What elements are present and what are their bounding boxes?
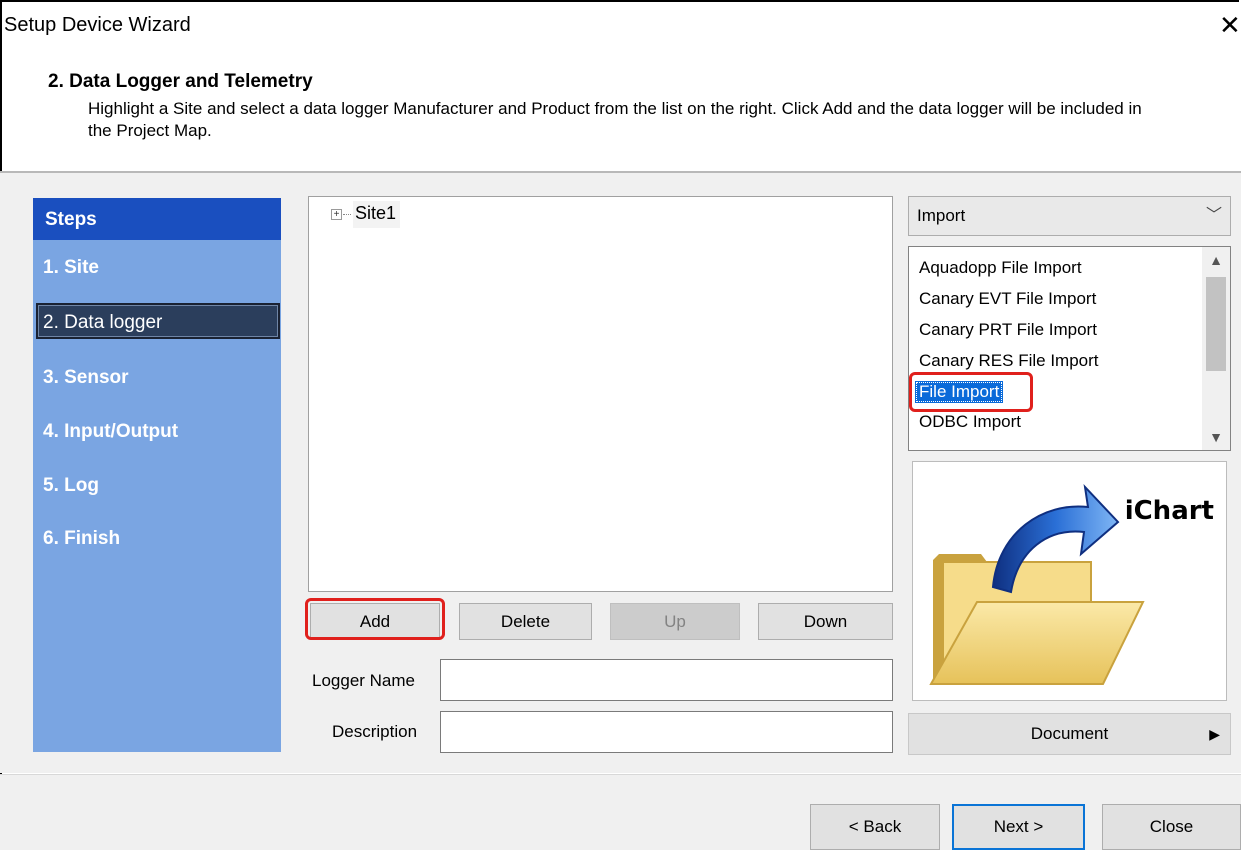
project-tree[interactable]: + Site1 [308,196,893,592]
list-item[interactable]: Canary EVT File Import [919,288,1096,310]
step-finish[interactable]: 6. Finish [41,521,277,557]
logger-name-label: Logger Name [312,671,416,690]
steps-sidebar: Steps 1. Site 2. Data logger 3. Sensor 4… [33,198,281,752]
tree-expand-icon[interactable]: + [331,209,342,220]
up-button[interactable]: Up [610,603,740,640]
logger-name-input[interactable] [440,659,893,701]
description-label: Description [332,722,418,741]
steps-heading: Steps [33,198,281,240]
delete-button[interactable]: Delete [459,603,592,640]
tree-connector [343,214,351,215]
page-description: Highlight a Site and select a data logge… [88,99,1142,140]
list-item-selected[interactable]: File Import [915,381,1004,403]
next-button[interactable]: Next > [952,804,1085,850]
step-log[interactable]: 5. Log [41,468,277,504]
window-title: Setup Device Wizard [4,14,191,36]
scroll-up-icon[interactable]: ▲ [1202,247,1230,273]
ichart-label: iChart [1124,496,1214,526]
description-input[interactable] [440,711,893,753]
chevron-down-icon: ﹀ [1205,207,1222,224]
product-preview: iChart [912,461,1227,701]
product-list[interactable]: Aquadopp File Import Canary EVT File Imp… [908,246,1231,451]
step-sensor[interactable]: 3. Sensor [41,360,277,396]
list-item[interactable]: Canary PRT File Import [919,319,1097,341]
page-title: 2. Data Logger and Telemetry [48,71,313,92]
step-data-logger[interactable]: 2. Data logger [36,303,280,339]
arrow-right-icon: ▶ [1209,726,1220,742]
close-button[interactable]: Close [1102,804,1241,850]
list-item[interactable]: Aquadopp File Import [919,257,1082,279]
add-button[interactable]: Add [310,603,440,640]
manufacturer-select[interactable]: Import ﹀ [908,196,1231,236]
step-site[interactable]: 1. Site [41,250,277,286]
close-icon[interactable]: ✕ [1219,10,1241,41]
document-button-label: Document [1030,724,1109,743]
document-button[interactable]: Document ▶ [908,713,1231,755]
down-button[interactable]: Down [758,603,893,640]
back-button[interactable]: < Back [810,804,940,850]
scroll-thumb[interactable] [1206,277,1226,371]
list-scrollbar[interactable]: ▲ ▼ [1202,247,1230,450]
step-input-output[interactable]: 4. Input/Output [41,414,277,450]
manufacturer-select-value: Import [917,206,966,225]
scroll-down-icon[interactable]: ▼ [1202,424,1230,450]
list-item[interactable]: ODBC Import [919,411,1021,433]
list-item[interactable]: Canary RES File Import [919,350,1099,372]
tree-node-site1[interactable]: Site1 [353,201,401,228]
